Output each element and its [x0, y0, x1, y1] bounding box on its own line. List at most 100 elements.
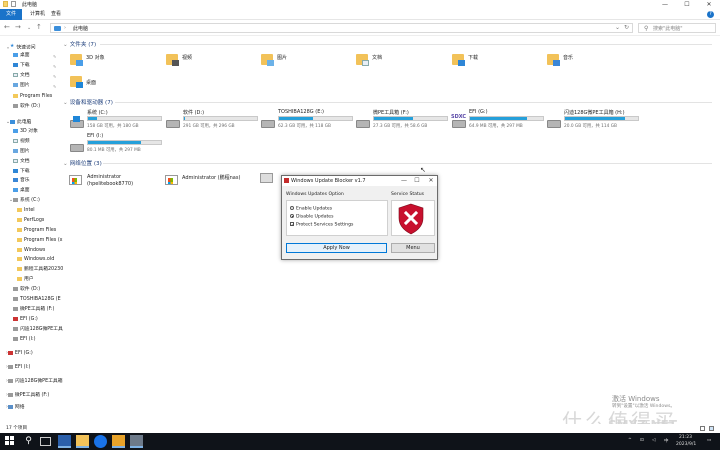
sidebar-item-videos[interactable]: 视频: [13, 138, 30, 146]
sidebar-item-drive-d-pc[interactable]: 软件 (D:): [13, 286, 40, 294]
search-input[interactable]: 搜索"此电脑": [653, 25, 683, 32]
sidebar-item-network[interactable]: ›网络: [6, 404, 25, 412]
drive-icon[interactable]: [356, 120, 370, 128]
file-explorer-icon[interactable]: [76, 435, 89, 448]
apply-now-button[interactable]: Apply Now: [286, 243, 387, 253]
back-arrow-icon[interactable]: ←: [4, 23, 10, 31]
task-view-icon[interactable]: [40, 437, 51, 446]
network-computer-icon[interactable]: [69, 175, 82, 185]
sidebar-item-intel[interactable]: Intel: [17, 207, 35, 215]
sidebar-item-toolbox[interactable]: 鹏程工具箱20230: [17, 266, 63, 274]
search-icon[interactable]: ⚲: [22, 435, 35, 448]
drive-name[interactable]: 微PE工具箱 (F:): [373, 109, 409, 116]
network-item-name[interactable]: Administrator (鹏程nas): [182, 174, 240, 181]
enable-updates-radio[interactable]: Enable Updates: [290, 206, 332, 212]
sidebar-item-efi-g[interactable]: ›EFI (G:): [6, 350, 33, 358]
chevron-down-icon[interactable]: ⌄: [615, 24, 620, 31]
folder-label-desktop[interactable]: 桌面: [86, 79, 96, 86]
clock-time[interactable]: 21:23: [679, 435, 692, 440]
sidebar-item-3d-objects[interactable]: 3D 对象: [13, 128, 38, 136]
drive-name[interactable]: 系统 (C:): [87, 109, 108, 116]
download-icon[interactable]: [452, 54, 465, 66]
volume-icon[interactable]: ◁: [652, 438, 655, 443]
toolbox-icon[interactable]: [112, 435, 125, 448]
sidebar-item-windows-old[interactable]: Windows.old: [17, 256, 54, 264]
drive-icon[interactable]: [166, 120, 180, 128]
network-tray-icon[interactable]: ⊡: [640, 438, 644, 443]
search-box[interactable]: ⚲ 搜索"此电脑": [638, 23, 716, 33]
sidebar-item-downloads[interactable]: 下载: [13, 62, 30, 70]
sidebar-item-program-files[interactable]: Program Files: [13, 93, 52, 101]
network-computer-icon[interactable]: [165, 175, 178, 185]
notification-icon[interactable]: ▭: [707, 438, 711, 443]
folder-label-documents[interactable]: 文档: [372, 54, 382, 61]
drive-name[interactable]: EFI (G:): [469, 109, 488, 115]
devices-section-header[interactable]: ⌄ 设备和驱动器 (7): [63, 98, 113, 106]
sidebar-item-desktop[interactable]: 桌面: [13, 52, 30, 60]
close-button[interactable]: ✕: [424, 176, 438, 186]
document-icon[interactable]: [356, 54, 369, 66]
tab-file[interactable]: 文件: [0, 9, 22, 20]
sidebar-item-drive-d[interactable]: 软件 (D:): [13, 103, 40, 111]
sidebar-item-drive-i[interactable]: EFI (I:): [13, 336, 36, 344]
windows-start-icon[interactable]: [5, 436, 15, 446]
sidebar-item-this-pc[interactable]: ⌄ 此电脑: [6, 119, 31, 127]
network-section-header[interactable]: ⌄ 网络位置 (3): [63, 159, 102, 167]
sidebar-item-drive-c[interactable]: ⌄ 系统 (C:): [9, 197, 40, 205]
folder-label-3d[interactable]: 3D 对象: [86, 54, 105, 61]
details-view-icon[interactable]: [700, 426, 705, 431]
3d-object-icon[interactable]: [70, 54, 83, 66]
sidebar-item-music[interactable]: 音乐: [13, 177, 30, 185]
sidebar-item-perflogs[interactable]: PerfLogs: [17, 217, 44, 225]
system-drive-icon[interactable]: [70, 116, 84, 128]
large-icons-view-icon[interactable]: [709, 426, 714, 431]
app-icon[interactable]: [58, 435, 71, 448]
up-arrow-icon[interactable]: ↑: [36, 23, 42, 31]
folder-label-downloads[interactable]: 下载: [468, 54, 478, 61]
sidebar-item-documents[interactable]: 文档: [13, 72, 30, 80]
sidebar-item-wepe[interactable]: ›微PE工具箱 (F:): [6, 392, 49, 400]
folder-label-pictures[interactable]: 图片: [277, 54, 287, 61]
folders-section-header[interactable]: ⌄ 文件夹 (7): [63, 40, 96, 48]
folder-label-videos[interactable]: 视频: [182, 54, 192, 61]
chrome-icon[interactable]: [94, 435, 107, 448]
sidebar-item-windows[interactable]: Windows: [17, 247, 45, 255]
picture-icon[interactable]: [261, 54, 274, 66]
drive-icon[interactable]: [547, 120, 561, 128]
forward-arrow-icon[interactable]: →: [15, 23, 21, 31]
minimize-button[interactable]: —: [654, 0, 676, 9]
music-icon[interactable]: [547, 54, 560, 66]
sidebar-item-sandisk[interactable]: ›闪迪128G微PE工具箱: [6, 378, 63, 386]
sidebar-item-program-files-c[interactable]: Program Files: [17, 227, 56, 235]
sidebar-item-program-files-x86[interactable]: Program Files (x: [17, 237, 63, 245]
video-icon[interactable]: [166, 54, 179, 66]
sidebar-item-efi-i[interactable]: ›EFI (I:): [6, 364, 30, 372]
sidebar-item-pictures[interactable]: 图片: [13, 82, 30, 90]
drive-name[interactable]: EFI (I:): [87, 133, 103, 139]
maximize-button[interactable]: ☐: [676, 0, 698, 9]
maximize-button[interactable]: ☐: [410, 176, 424, 186]
refresh-icon[interactable]: ↻: [624, 24, 629, 31]
sidebar-item-drive-f[interactable]: 微PE工具箱 (F:): [13, 306, 54, 314]
minimize-button[interactable]: —: [397, 176, 411, 186]
update-blocker-icon[interactable]: [130, 435, 143, 448]
sdxc-icon[interactable]: SDXC: [451, 114, 466, 128]
sidebar-item-documents-pc[interactable]: 文档: [13, 158, 30, 166]
folder-label-music[interactable]: 音乐: [563, 54, 573, 61]
sidebar-item-drive-e[interactable]: TOSHIBA128G (E: [13, 296, 61, 304]
sidebar-item-desktop-pc[interactable]: 桌面: [13, 187, 30, 195]
close-button[interactable]: ✕: [698, 0, 720, 9]
tray-chevron-icon[interactable]: ^: [628, 438, 632, 443]
address-bar[interactable]: › 此电脑 ⌄ ↻: [50, 23, 633, 33]
sidebar-item-users[interactable]: 用户: [17, 276, 34, 284]
tab-view[interactable]: 查看: [45, 9, 67, 20]
network-item-host[interactable]: (hpelitebook8770): [87, 181, 133, 187]
protect-services-checkbox[interactable]: ✓ Protect Services Settings: [290, 222, 353, 228]
desktop-icon[interactable]: [70, 76, 83, 88]
sidebar-item-drive-h[interactable]: 闪迪128G微PE工具: [13, 326, 63, 334]
sidebar-item-downloads-pc[interactable]: 下载: [13, 168, 30, 176]
help-icon[interactable]: ?: [707, 11, 714, 18]
drive-name[interactable]: 闪迪128G微PE工具箱 (H:): [564, 109, 625, 116]
network-item-name[interactable]: Administrator: [87, 174, 121, 180]
drive-icon[interactable]: [261, 120, 275, 128]
